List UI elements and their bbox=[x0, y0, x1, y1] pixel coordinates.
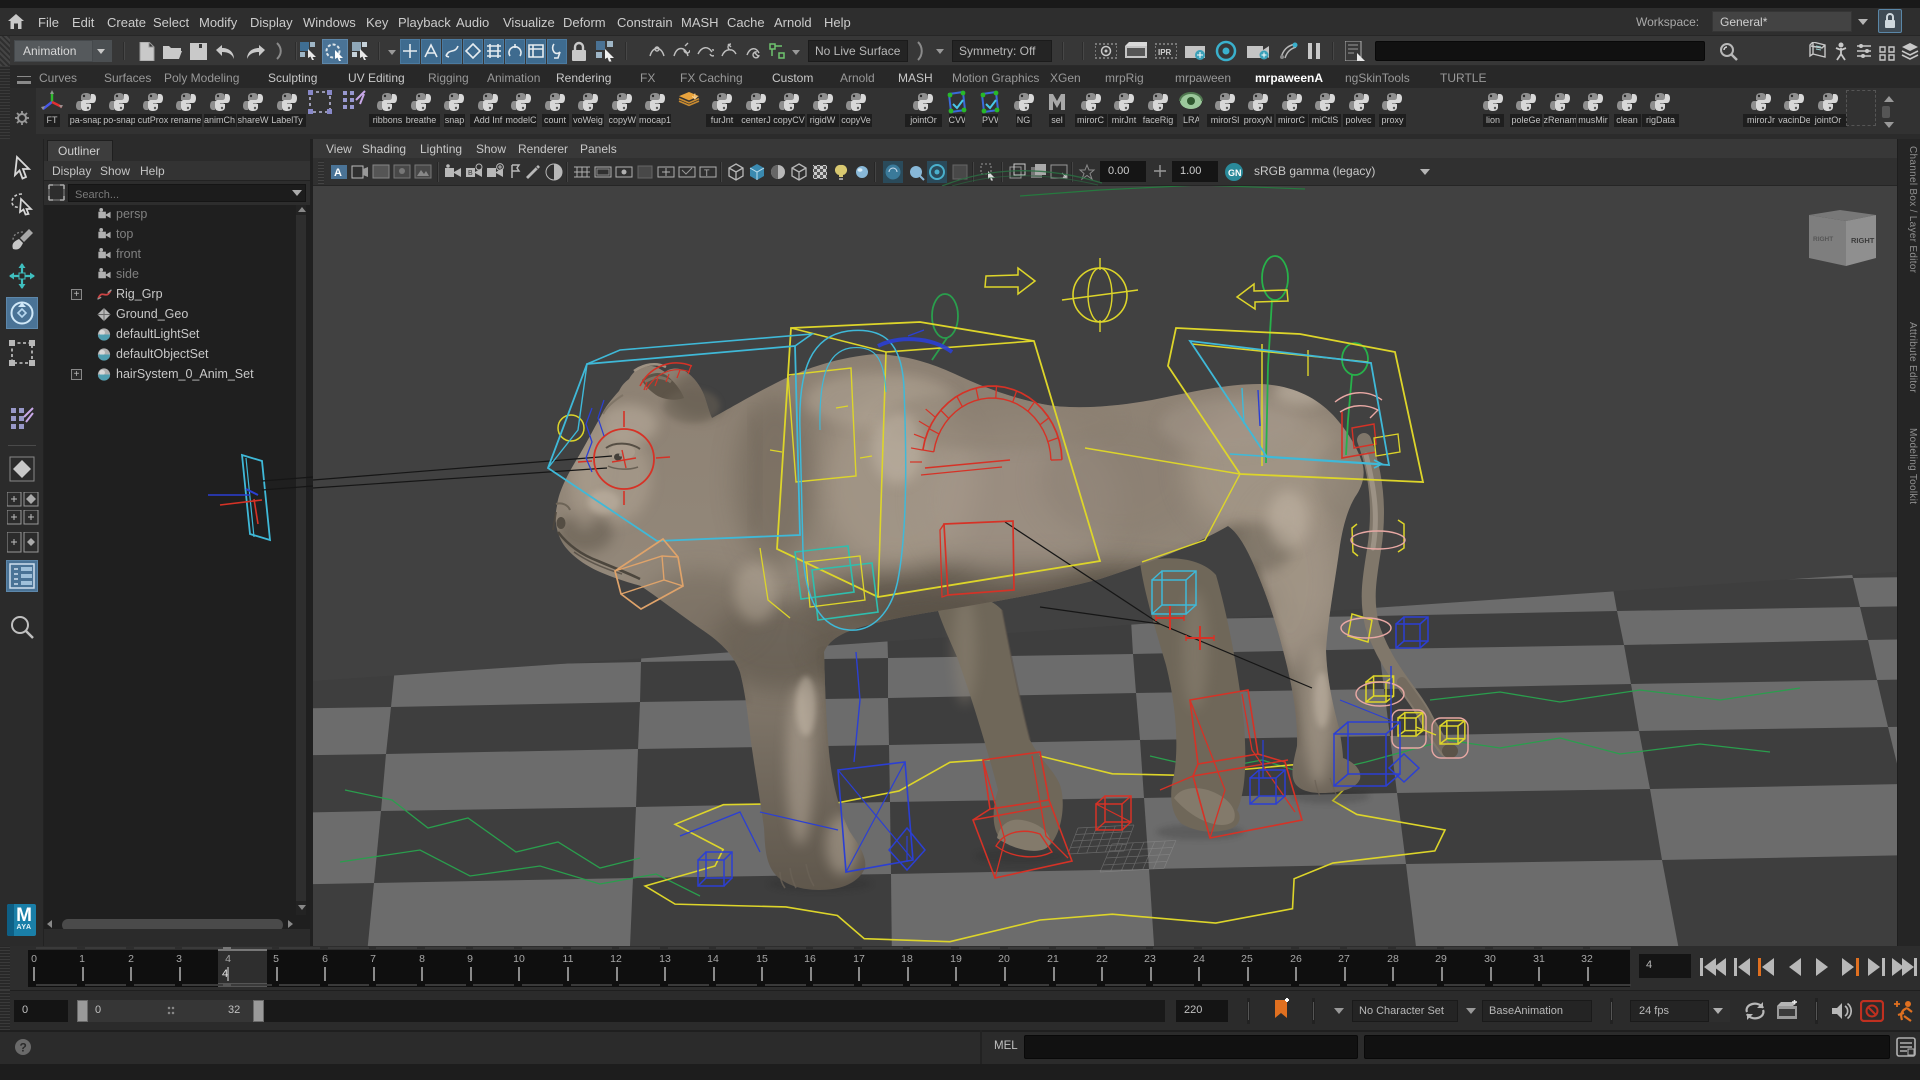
svg-text:RIGHT: RIGHT bbox=[1813, 236, 1833, 243]
svg-text:IPR: IPR bbox=[1158, 48, 1172, 57]
svg-text:?: ? bbox=[20, 1041, 27, 1055]
svg-text:B: B bbox=[468, 170, 473, 177]
svg-text:T: T bbox=[704, 168, 710, 178]
svg-text:A: A bbox=[334, 167, 342, 179]
svg-text:RIGHT: RIGHT bbox=[1851, 236, 1875, 245]
